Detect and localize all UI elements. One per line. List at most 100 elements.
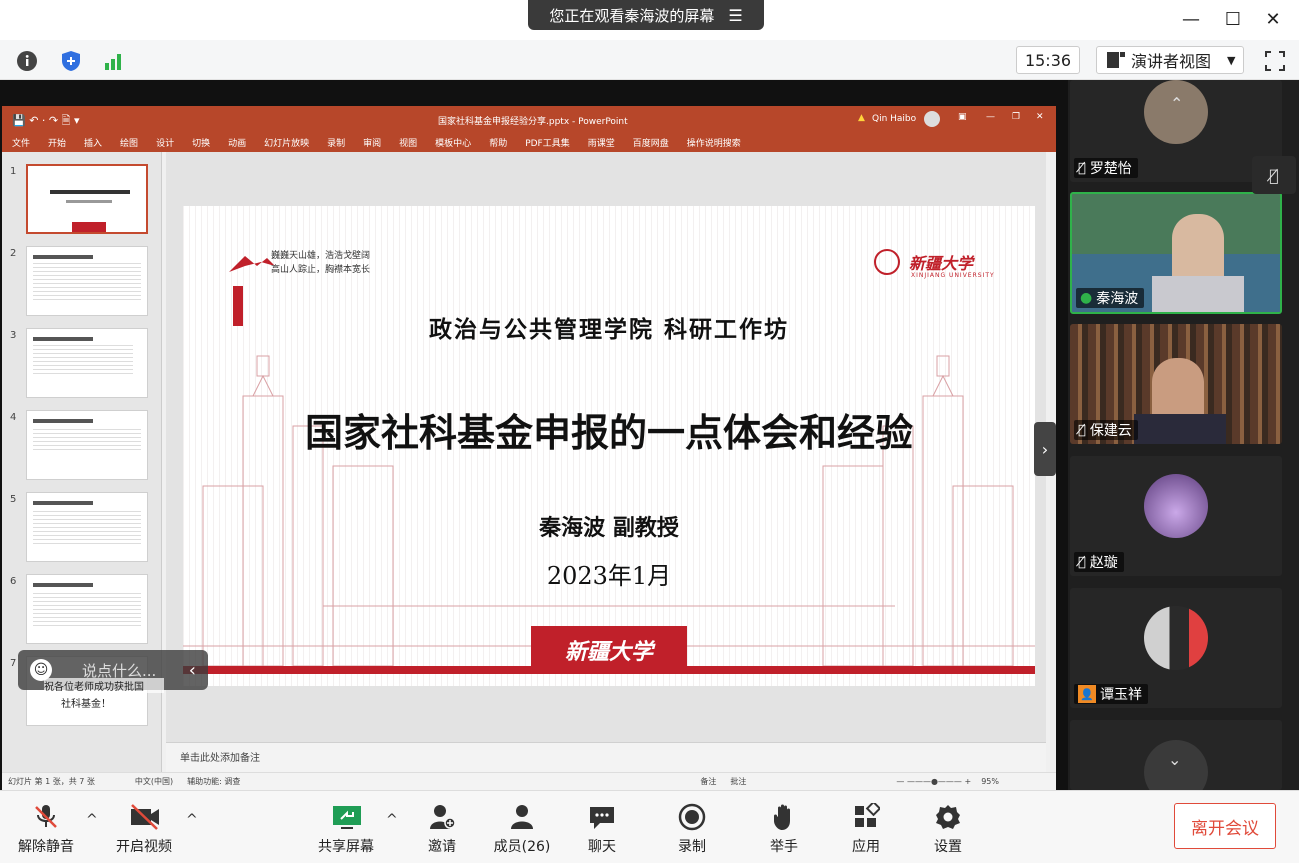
start-video-button[interactable]: 开启视频 bbox=[104, 800, 184, 856]
slide-author: 秦海波 副教授 bbox=[539, 515, 679, 541]
share-screen-icon bbox=[331, 802, 361, 832]
slide-thumbnail-6[interactable] bbox=[26, 574, 148, 644]
status-slide-count: 幻灯片 第 1 张，共 7 张 bbox=[8, 777, 95, 786]
ribbon-display-icon[interactable]: ▣ bbox=[958, 112, 967, 122]
ribbon-tab[interactable]: 百度网盘 bbox=[633, 136, 669, 149]
slide-motto-line2: 高山人踪止，胸襟本宽长 bbox=[271, 265, 371, 275]
slide-canvas[interactable]: 巍巍天山雄，浩浩戈壁阔 高山人踪止，胸襟本宽长 新疆大学 XINJIANG UN… bbox=[183, 206, 1035, 686]
members-button[interactable]: 成员(26) bbox=[482, 800, 562, 856]
video-options-caret[interactable]: ^ bbox=[186, 812, 198, 828]
slide-university-en: XINJIANG UNIVERSITY bbox=[911, 272, 995, 279]
security-shield-icon[interactable] bbox=[58, 48, 84, 74]
participant-tile[interactable]: 👤 谭玉祥 bbox=[1070, 588, 1282, 708]
ribbon-tab[interactable]: 审阅 bbox=[363, 136, 381, 149]
slide-thumbnail-4[interactable] bbox=[26, 410, 148, 480]
hand-icon bbox=[769, 802, 799, 832]
status-notes-button[interactable]: 备注 bbox=[700, 776, 716, 787]
ribbon-tab[interactable]: 帮助 bbox=[489, 136, 507, 149]
audio-options-caret[interactable]: ^ bbox=[86, 812, 98, 828]
fullscreen-icon[interactable] bbox=[1262, 48, 1288, 74]
participant-tile[interactable]: 🎙̸ 保建云 bbox=[1070, 324, 1282, 444]
ppt-user-name: Qin Haibo bbox=[872, 114, 917, 124]
ppt-title-bar: 💾 ↶ · ↷ 🗎 ▾ 国家社科基金申报经验分享.pptx - PowerPoi… bbox=[2, 106, 1056, 132]
participant-tile[interactable]: ⌃ 🎙̸ 罗楚怡 bbox=[1070, 80, 1282, 182]
chat-button[interactable]: 聊天 bbox=[562, 800, 642, 856]
ribbon-tab[interactable]: PDF工具集 bbox=[525, 136, 570, 149]
participant-tile[interactable]: 🎙̸ 赵璇 bbox=[1070, 456, 1282, 576]
view-mode-select[interactable]: 演讲者视图 ▼ bbox=[1096, 46, 1244, 74]
invite-button[interactable]: 邀请 bbox=[402, 800, 482, 856]
slide-motto-line1: 巍巍天山雄，浩浩戈壁阔 bbox=[271, 251, 371, 261]
ribbon-tab[interactable]: 模板中心 bbox=[435, 136, 471, 149]
user-icon: 👤 bbox=[1078, 685, 1096, 703]
participant-tile[interactable]: ● 秦海波 bbox=[1070, 192, 1282, 314]
status-language[interactable]: 中文(中国) bbox=[135, 776, 173, 787]
ribbon-tab[interactable]: 操作说明搜索 bbox=[687, 136, 741, 149]
slide-banner-text: 新疆大学 bbox=[564, 639, 653, 665]
ribbon-tab[interactable]: 录制 bbox=[327, 136, 345, 149]
thumb-number: 4 bbox=[10, 412, 17, 423]
info-icon[interactable] bbox=[14, 48, 40, 74]
ribbon-tab[interactable]: 开始 bbox=[48, 136, 66, 149]
notes-placeholder: 单击此处添加备注 bbox=[180, 753, 260, 764]
record-button[interactable]: 录制 bbox=[652, 800, 732, 856]
participant-name: 罗楚怡 bbox=[1089, 161, 1132, 177]
participant-name-tag: 🎙̸ 保建云 bbox=[1074, 420, 1138, 440]
banner-menu-icon[interactable]: ☰ bbox=[728, 6, 742, 25]
mic-muted-icon: 🎙̸ bbox=[1078, 422, 1086, 438]
ppt-quick-access-icons[interactable]: 💾 ↶ · ↷ 🗎 ▾ bbox=[12, 112, 79, 131]
ribbon-tab[interactable]: 视图 bbox=[399, 136, 417, 149]
zoom-slider[interactable]: — ———●——— + bbox=[896, 777, 971, 786]
ribbon-tab[interactable]: 幻灯片放映 bbox=[264, 136, 309, 149]
chevron-left-icon[interactable]: ‹ bbox=[189, 660, 196, 681]
mic-muted-icon: 🎙̸ bbox=[1078, 160, 1086, 176]
status-accessibility[interactable]: 辅助功能: 调查 bbox=[187, 776, 240, 787]
screen-share-banner[interactable]: 您正在观看秦海波的屏幕 ☰ bbox=[528, 0, 764, 30]
participant-name: 保建云 bbox=[1089, 423, 1132, 439]
participant-video bbox=[1152, 358, 1204, 422]
slide-editing-pane: 巍巍天山雄，浩浩戈壁阔 高山人踪止，胸襟本宽长 新疆大学 XINJIANG UN… bbox=[166, 152, 1046, 742]
close-button[interactable]: ✕ bbox=[1258, 6, 1288, 32]
chevron-down-icon[interactable]: ⌄ bbox=[1168, 750, 1181, 769]
slide-thumbnail-5[interactable] bbox=[26, 492, 148, 562]
slide-title: 国家社科基金申报的一点体会和经验 bbox=[304, 411, 913, 455]
ribbon-tab[interactable]: 插入 bbox=[84, 136, 102, 149]
participant-suit bbox=[1134, 414, 1226, 444]
warning-icon: ▲ bbox=[858, 113, 865, 123]
ppt-minimize-icon[interactable]: — bbox=[986, 112, 995, 122]
participant-name: 赵璇 bbox=[1089, 555, 1118, 571]
camera-off-icon bbox=[129, 802, 159, 832]
slide-thumbnail-3[interactable] bbox=[26, 328, 148, 398]
ppt-restore-icon[interactable]: ❐ bbox=[1012, 112, 1020, 122]
mute-all-icon[interactable]: 🎙̸ bbox=[1252, 156, 1296, 194]
leave-meeting-button[interactable]: 离开会议 bbox=[1174, 803, 1276, 849]
share-screen-button[interactable]: 共享屏幕 bbox=[306, 800, 386, 856]
ribbon-tab[interactable]: 绘图 bbox=[120, 136, 138, 149]
slide-thumbnail-1[interactable] bbox=[26, 164, 148, 234]
ribbon-tab[interactable]: 动画 bbox=[228, 136, 246, 149]
chat-message-preview: 祝各位老师成功获批国 bbox=[44, 678, 164, 693]
ribbon-tab[interactable]: 设计 bbox=[156, 136, 174, 149]
slide-thumbnail-2[interactable] bbox=[26, 246, 148, 316]
participant-tile[interactable]: ⌄ bbox=[1070, 720, 1282, 790]
user-avatar[interactable] bbox=[924, 111, 940, 127]
ppt-close-icon[interactable]: ✕ bbox=[1036, 112, 1044, 122]
maximize-button[interactable]: ☐ bbox=[1218, 6, 1248, 32]
apps-button[interactable]: 应用 bbox=[826, 800, 906, 856]
ribbon-tab[interactable]: 雨课堂 bbox=[588, 136, 615, 149]
share-options-caret[interactable]: ^ bbox=[386, 812, 398, 828]
zoom-level[interactable]: 95% bbox=[981, 777, 999, 786]
settings-button[interactable]: 设置 bbox=[908, 800, 988, 856]
ribbon-tab[interactable]: 切换 bbox=[192, 136, 210, 149]
raise-hand-button[interactable]: 举手 bbox=[744, 800, 824, 856]
members-icon bbox=[507, 802, 537, 832]
ppt-status-bar: 幻灯片 第 1 张，共 7 张 中文(中国) 辅助功能: 调查 备注 批注 — … bbox=[2, 772, 1056, 790]
status-comments-button[interactable]: 批注 bbox=[730, 776, 746, 787]
network-signal-icon[interactable] bbox=[100, 48, 126, 74]
notes-pane[interactable]: 单击此处添加备注 bbox=[166, 742, 1046, 772]
chevron-up-icon[interactable]: ⌃ bbox=[1170, 94, 1183, 113]
minimize-button[interactable]: — bbox=[1176, 6, 1206, 32]
collapse-panel-button[interactable]: › bbox=[1034, 422, 1056, 476]
ribbon-tab[interactable]: 文件 bbox=[12, 136, 30, 149]
unmute-button[interactable]: 解除静音 bbox=[6, 800, 86, 856]
